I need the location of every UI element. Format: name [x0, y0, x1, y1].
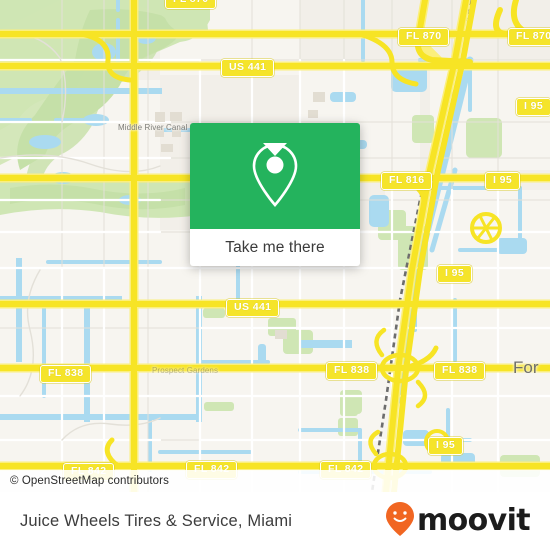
highway-shield[interactable]: FL 838 — [434, 362, 486, 380]
moovit-wordmark: moovit — [416, 503, 531, 538]
highway-shield[interactable]: FL 838 — [40, 365, 92, 383]
footer-bar: Juice Wheels Tires & Service, Miami moov… — [0, 492, 550, 550]
highway-shield[interactable]: I 95 — [516, 98, 550, 116]
highway-shield[interactable]: FL 816 — [381, 172, 433, 190]
osm-attribution[interactable]: © OpenStreetMap contributors — [0, 470, 550, 492]
highway-shield[interactable]: I 95 — [428, 437, 464, 455]
place-title: Juice Wheels Tires & Service, Miami — [20, 511, 293, 530]
map-canvas[interactable]: .bg { fill:#f2efe9; } .block { fill:#f7f… — [0, 0, 550, 492]
highway-shield[interactable]: FL 870 — [508, 28, 550, 46]
moovit-pin-icon — [385, 501, 415, 542]
popup-cta[interactable]: Take me there — [190, 229, 360, 266]
highway-shield[interactable]: US 441 — [226, 299, 280, 317]
highway-shield[interactable]: FL 870 — [165, 0, 217, 9]
highway-shield[interactable]: I 95 — [485, 172, 521, 190]
highway-shield[interactable]: FL 838 — [326, 362, 378, 380]
popup-cta-label: Take me there — [225, 238, 325, 256]
highway-shield[interactable]: FL 870 — [398, 28, 450, 46]
popup-image-area — [190, 123, 360, 229]
highway-shield[interactable]: US 441 — [221, 59, 275, 77]
osm-attribution-text: © OpenStreetMap contributors — [10, 475, 169, 487]
popup-tail — [263, 143, 287, 156]
map-page: .bg { fill:#f2efe9; } .block { fill:#f7f… — [0, 0, 550, 550]
highway-shield[interactable]: I 95 — [437, 265, 473, 283]
moovit-logo[interactable]: moovit — [385, 501, 531, 542]
